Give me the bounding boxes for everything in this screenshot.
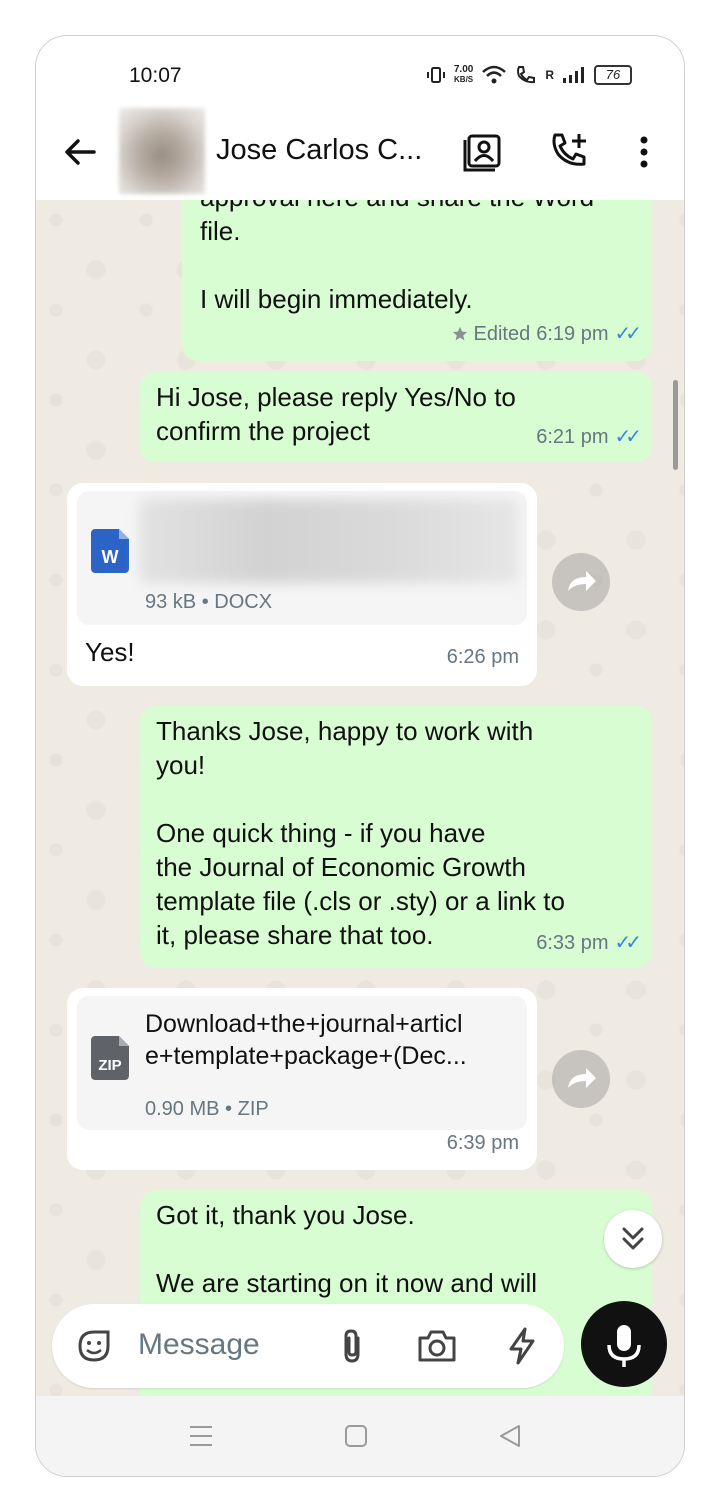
message-bubble-incoming[interactable]: ZIP Download+the+journal+articl e+templa… (67, 988, 537, 1170)
chat-area[interactable]: approval here and share the Word file. I… (36, 200, 684, 1396)
net-speed-unit: KB/S (454, 75, 474, 84)
svg-text:W: W (102, 547, 119, 567)
forward-icon[interactable] (552, 1050, 610, 1108)
double-check-icon: ✓✓ (614, 932, 641, 954)
forward-icon[interactable] (552, 553, 610, 611)
message-bubble-incoming[interactable]: W 93 kB • DOCX Yes! 6:26 pm (67, 483, 537, 686)
document-name: Download+the+journal+articl e+template+p… (145, 1010, 467, 1070)
avatar[interactable] (119, 108, 205, 194)
wifi-icon (482, 65, 507, 84)
edited-label: Edited (473, 323, 531, 345)
attach-icon[interactable] (332, 1326, 372, 1366)
message-time: 6:26 pm (446, 646, 519, 668)
document-attachment[interactable]: W 93 kB • DOCX (77, 491, 527, 625)
status-icons: 7.00 KB/S R 76 (426, 64, 632, 86)
message-time: 6:21 pm (536, 426, 609, 448)
status-bar: 10:07 7.00 KB/S R 76 (36, 36, 684, 116)
contact-name[interactable]: Jose Carlos C... (216, 134, 422, 167)
double-check-icon: ✓✓ (614, 426, 641, 448)
document-meta: 0.90 MB • ZIP (145, 1098, 269, 1120)
message-text: file. I will begin immediately. (200, 216, 473, 314)
message-input[interactable]: Message (138, 1328, 260, 1362)
message-text: Thanks Jose, happy to work with you! One… (156, 716, 565, 950)
message-meta: Edited 6:19 pm ✓✓ (452, 317, 642, 351)
status-time: 10:07 (129, 64, 182, 87)
document-meta: 93 kB • DOCX (145, 591, 273, 613)
message-text: Got it, thank you Jose. We are starting … (156, 1200, 538, 1298)
message-meta: 6:21 pm ✓✓ (536, 420, 642, 454)
signal-icon (563, 67, 584, 83)
camera-icon[interactable] (416, 1326, 458, 1366)
network-speed: 7.00 KB/S (454, 65, 473, 85)
more-vert-icon[interactable] (622, 130, 666, 174)
bolt-icon[interactable] (504, 1326, 540, 1366)
nav-back-icon[interactable] (492, 1418, 528, 1454)
nav-menu-icon[interactable] (183, 1418, 219, 1454)
phone-frame: 10:07 7.00KB/S R 76 Jose Carlos C... app… (35, 35, 685, 1477)
net-speed-value: 7.00 (453, 64, 474, 75)
sticker-icon[interactable] (74, 1326, 114, 1366)
message-time: 6:33 pm (536, 932, 609, 954)
contact-card-icon[interactable] (462, 130, 506, 174)
message-text: Hi Jose, please reply Yes/No to confirm … (156, 382, 516, 446)
wifi-call-icon (517, 66, 536, 84)
message-meta: 6:26 pm (447, 640, 519, 674)
vibrate-icon (426, 67, 445, 83)
document-name-blurred (139, 499, 519, 583)
message-text: Yes! (85, 637, 135, 667)
message-text-partial: approval here and share the Word (200, 200, 594, 214)
battery-icon: 76 (594, 65, 632, 85)
word-doc-icon: W (91, 529, 129, 573)
star-icon (452, 326, 467, 341)
message-time: 6:39 pm (446, 1132, 519, 1154)
zip-file-icon: ZIP (91, 1036, 129, 1080)
message-meta: 6:33 pm ✓✓ (536, 926, 642, 960)
double-check-icon: ✓✓ (614, 323, 641, 345)
scrollbar[interactable] (673, 380, 678, 470)
message-bubble-outgoing[interactable]: Hi Jose, please reply Yes/No to confirm … (140, 372, 652, 462)
message-meta: 6:39 pm (447, 1126, 519, 1160)
message-bubble-outgoing[interactable]: approval here and share the Word file. I… (182, 200, 652, 361)
message-time: 6:19 pm (536, 323, 609, 345)
message-bubble-outgoing[interactable]: Thanks Jose, happy to work with you! One… (140, 706, 652, 968)
nav-home-icon[interactable] (338, 1418, 374, 1454)
chat-header: Jose Carlos C... (36, 106, 684, 200)
roaming-indicator: R (545, 68, 554, 82)
svg-text:ZIP: ZIP (98, 1057, 121, 1074)
add-call-icon[interactable] (548, 130, 592, 174)
zip-attachment[interactable]: ZIP Download+the+journal+articl e+templa… (77, 996, 527, 1130)
chevron-double-down-icon[interactable] (604, 1210, 662, 1268)
back-arrow-icon[interactable] (60, 132, 100, 172)
message-composer[interactable]: Message (52, 1304, 564, 1388)
mic-icon[interactable] (581, 1301, 667, 1387)
system-nav-bar (36, 1396, 684, 1476)
